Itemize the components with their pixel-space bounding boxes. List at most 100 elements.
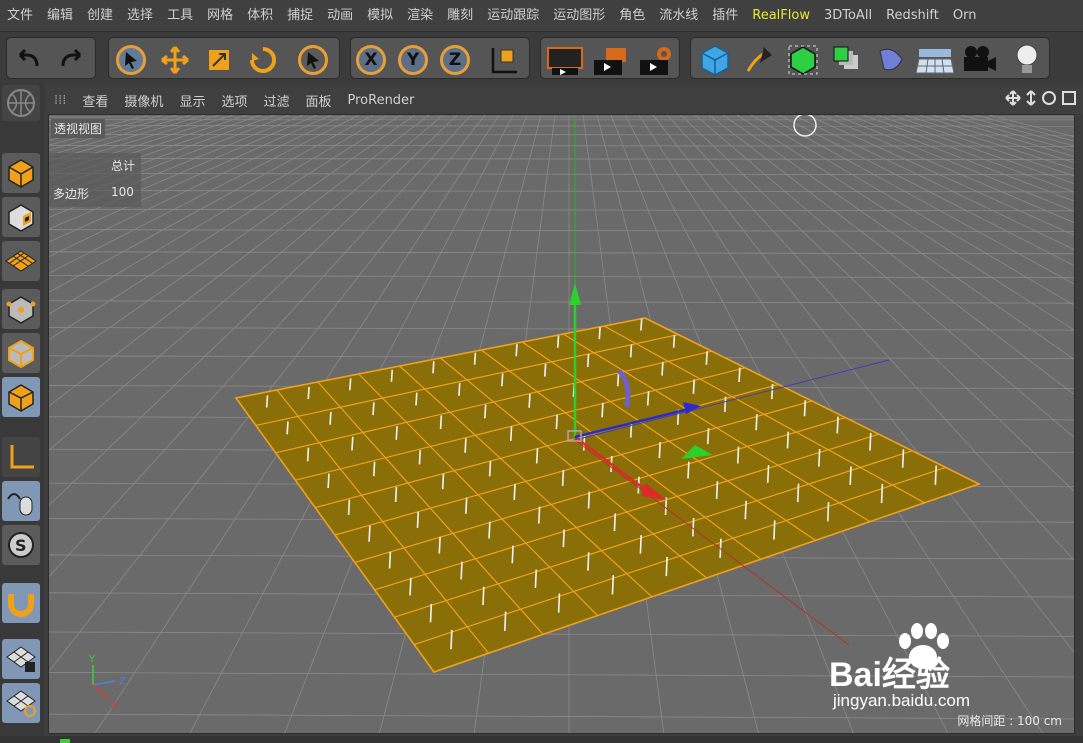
normal-line [687, 461, 690, 479]
lock-grid-button[interactable] [2, 639, 40, 679]
x-axis-button[interactable]: X [355, 44, 387, 76]
axis-mode-button[interactable] [2, 437, 40, 477]
menu-item[interactable]: 选择 [120, 0, 160, 31]
normal-line [849, 466, 852, 485]
vp-menu-display[interactable]: 显示 [171, 91, 213, 110]
make-editable-button[interactable] [2, 85, 40, 121]
menu-item[interactable]: Redshift [879, 0, 946, 31]
vp-menu-view[interactable]: 查看 [74, 91, 116, 110]
menu-item[interactable]: 运动图形 [546, 0, 612, 31]
menu-item[interactable]: 体积 [240, 0, 280, 31]
normal-line [629, 422, 633, 438]
vp-menu-panel[interactable]: 面板 [297, 91, 339, 110]
normal-line [394, 486, 398, 503]
render-picture-queue-icon [594, 48, 626, 75]
make-editable-icon [7, 89, 35, 117]
render-view-button[interactable] [545, 44, 585, 76]
texture-mode-button[interactable] [2, 197, 40, 237]
menu-item[interactable]: 创建 [80, 0, 120, 31]
normal-line [390, 369, 394, 382]
normal-line [692, 379, 696, 394]
add-cloner-button[interactable] [827, 44, 867, 76]
menu-item[interactable]: 雕刻 [440, 0, 480, 31]
normal-line [556, 335, 560, 348]
normal-line [388, 551, 392, 569]
vp-menu-prorender[interactable]: ProRender [340, 93, 423, 108]
orbit-icon[interactable] [1041, 90, 1057, 106]
normal-line [723, 396, 727, 413]
add-subdivision-button[interactable] [783, 44, 823, 76]
render-settings-button[interactable] [637, 44, 677, 76]
workplane-grid-icon [5, 250, 37, 272]
menu-item[interactable]: 网格 [200, 0, 240, 31]
select-tool-button[interactable] [115, 44, 147, 76]
menu-item[interactable]: 文件 [0, 0, 40, 31]
edges-mode-button[interactable] [2, 333, 40, 373]
menu-item[interactable]: 模拟 [360, 0, 400, 31]
undo-button[interactable] [13, 44, 45, 76]
normal-line [544, 363, 547, 377]
add-spline-button[interactable] [739, 44, 779, 76]
zoom-icon[interactable] [1025, 90, 1037, 106]
menu-item[interactable]: RealFlow [745, 0, 817, 31]
normal-line [484, 404, 487, 419]
normal-line [418, 450, 422, 465]
render-picture-button[interactable] [591, 44, 631, 76]
texture-mode-icon [8, 159, 34, 188]
vp-menu-cameras[interactable]: 摄像机 [116, 91, 171, 110]
plane-object[interactable] [234, 317, 982, 673]
menu-item[interactable]: 插件 [705, 0, 745, 31]
snap-button[interactable]: S [2, 525, 40, 565]
pan-icon[interactable] [1005, 90, 1021, 106]
menu-item[interactable]: 角色 [612, 0, 652, 31]
normal-line [786, 431, 790, 449]
polygons-mode-button[interactable] [2, 377, 40, 417]
normal-line [766, 465, 770, 483]
normal-line [464, 438, 467, 453]
tweak-mode-icon [7, 493, 33, 516]
menu-item[interactable]: 动画 [320, 0, 360, 31]
redo-button[interactable] [55, 44, 87, 76]
add-deformer-button[interactable] [871, 44, 911, 76]
menu-item[interactable]: 捕捉 [280, 0, 320, 31]
add-light-button[interactable] [1007, 44, 1047, 76]
y-axis-button[interactable]: Y [397, 44, 429, 76]
normal-line [818, 449, 821, 467]
coordinate-system-button[interactable] [487, 44, 519, 76]
vp-menu-options[interactable]: 选项 [213, 91, 255, 110]
menu-item[interactable]: 渲染 [400, 0, 440, 31]
normal-line [537, 506, 541, 524]
workplane-button[interactable] [2, 241, 40, 281]
menu-item[interactable]: 流水线 [652, 0, 705, 31]
live-select-button[interactable] [297, 44, 329, 76]
vp-menu-filter[interactable]: 过滤 [255, 91, 297, 110]
add-floor-button[interactable] [915, 44, 955, 76]
normal-line [598, 327, 601, 340]
solo-button[interactable] [2, 683, 40, 723]
menu-item[interactable]: 工具 [160, 0, 200, 31]
perspective-viewport[interactable]: Y Z X 透视视图 总计 多边形 100 网格间距 : 100 cm Bai经… [48, 114, 1075, 734]
tweak-mode-button[interactable] [2, 481, 40, 521]
statistics-panel: 总计 多边形 100 [49, 153, 141, 207]
normal-line [744, 500, 747, 520]
points-mode-button[interactable] [2, 289, 40, 329]
menu-item[interactable]: 3DToAll [817, 0, 879, 31]
model-mode-button[interactable] [2, 153, 40, 193]
magnet-button[interactable] [2, 583, 40, 623]
render-group [540, 37, 680, 79]
normal-line [368, 525, 371, 542]
normal-line [755, 414, 758, 431]
menu-item[interactable]: 编辑 [40, 0, 80, 31]
add-camera-button[interactable] [959, 44, 999, 76]
normal-line [613, 513, 617, 532]
maximize-icon[interactable] [1061, 90, 1077, 106]
move-tool-button[interactable] [159, 44, 191, 76]
menu-item[interactable]: Orn [946, 0, 984, 31]
z-axis-button[interactable]: Z [439, 44, 471, 76]
scale-tool-button[interactable] [203, 44, 235, 76]
normal-line [504, 611, 507, 631]
menu-item[interactable]: 运动跟踪 [480, 0, 546, 31]
rotate-tool-button[interactable] [247, 44, 279, 76]
add-cube-button[interactable] [695, 44, 735, 76]
undo-icon [18, 48, 39, 67]
